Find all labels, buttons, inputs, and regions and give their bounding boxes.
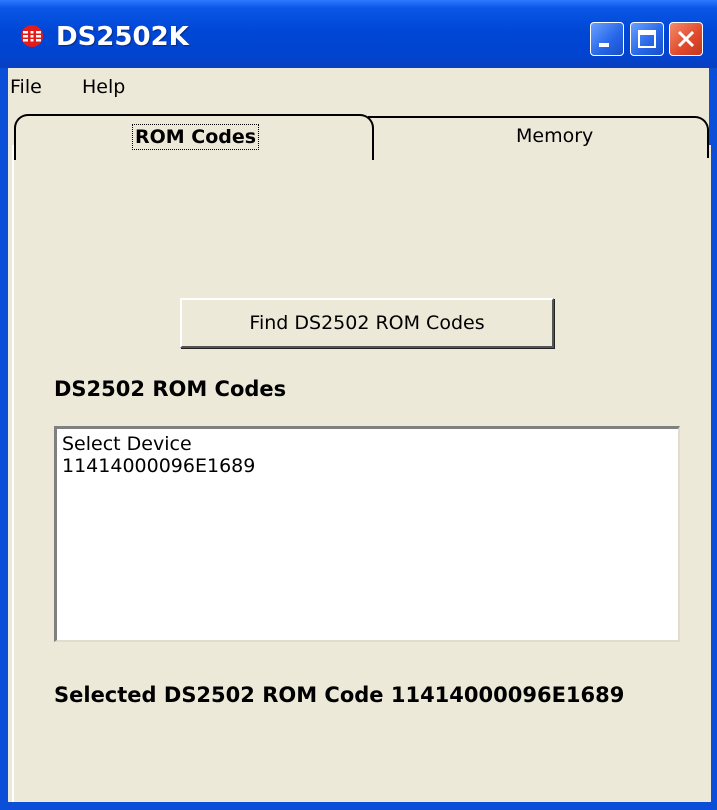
maximize-button[interactable] — [630, 22, 664, 56]
tab-memory-label: Memory — [516, 125, 594, 147]
window-bottom-border — [0, 802, 717, 810]
app-window: DS2502K File Help Find DS2502 ROM Codes … — [0, 0, 717, 810]
tab-rom-codes[interactable]: ROM Codes — [14, 114, 374, 160]
tab-panel-rom-codes: Find DS2502 ROM Codes DS2502 ROM Codes S… — [12, 145, 711, 804]
menu-file[interactable]: File — [10, 76, 42, 98]
list-item[interactable]: 11414000096E1689 — [57, 455, 678, 477]
minimize-icon — [599, 43, 609, 47]
window-title: DS2502K — [56, 22, 189, 52]
menu-bar: File Help — [8, 68, 709, 106]
close-button[interactable] — [669, 22, 703, 56]
tab-rom-codes-label: ROM Codes — [132, 124, 260, 150]
title-bar[interactable]: DS2502K — [0, 0, 717, 68]
maximize-icon — [638, 30, 656, 48]
tab-control: Find DS2502 ROM Codes DS2502 ROM Codes S… — [8, 106, 711, 804]
tab-memory[interactable]: Memory — [368, 116, 709, 158]
app-logo-icon[interactable] — [20, 24, 44, 48]
menu-help[interactable]: Help — [82, 76, 125, 98]
rom-codes-listbox[interactable]: Select Device 11414000096E1689 — [54, 426, 680, 642]
minimize-button[interactable] — [590, 22, 624, 56]
close-icon — [677, 30, 695, 48]
client-area: File Help Find DS2502 ROM Codes DS2502 R… — [8, 68, 711, 804]
list-item[interactable]: Select Device — [57, 433, 678, 455]
rom-codes-heading: DS2502 ROM Codes — [54, 377, 287, 401]
selected-rom-code-label: Selected DS2502 ROM Code 11414000096E168… — [54, 683, 625, 707]
find-rom-codes-button[interactable]: Find DS2502 ROM Codes — [180, 298, 554, 348]
